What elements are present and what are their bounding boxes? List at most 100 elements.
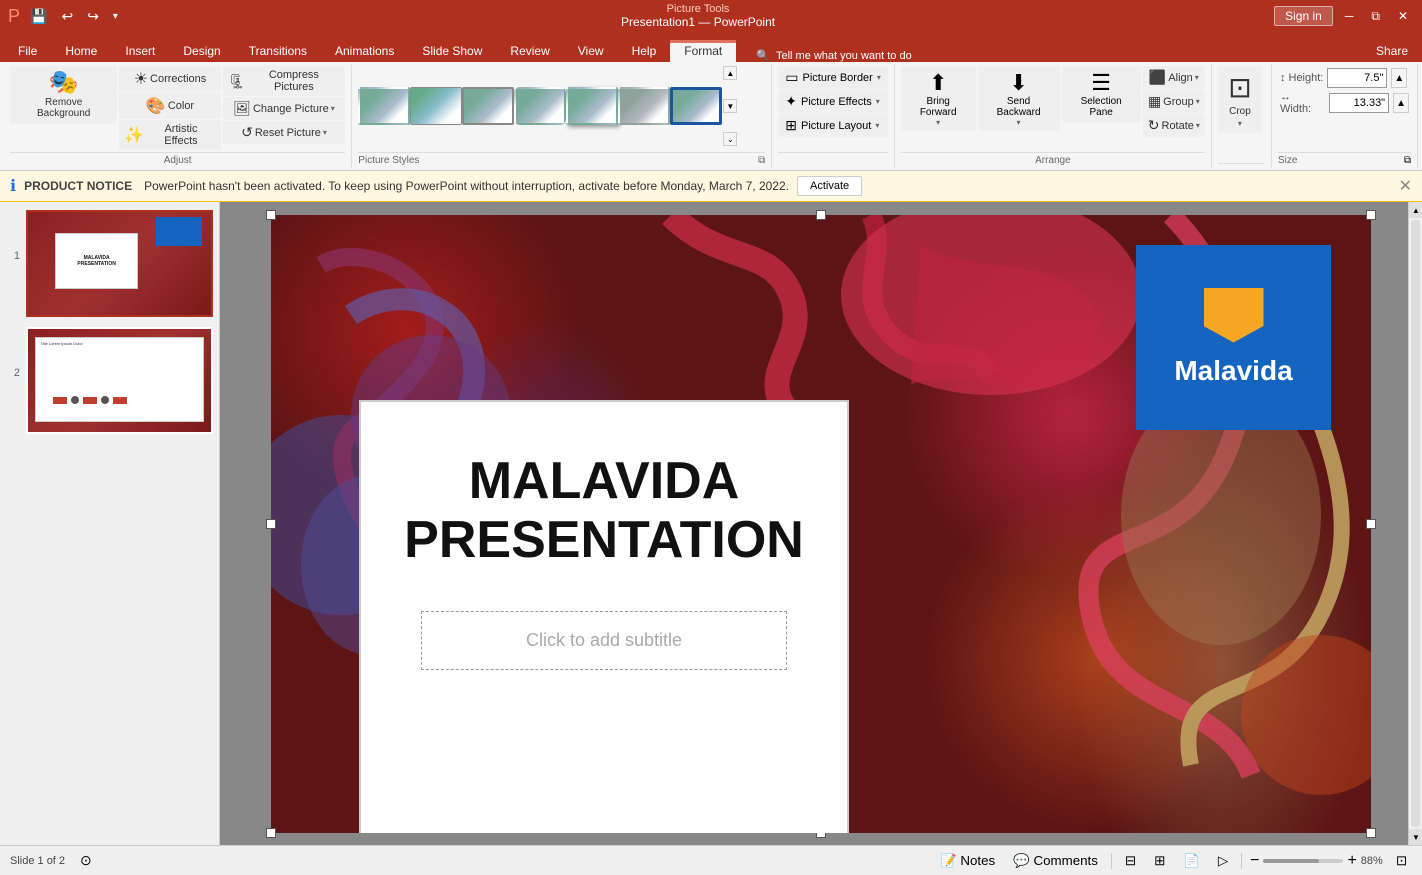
tab-insert[interactable]: Insert xyxy=(111,40,169,62)
close-button[interactable]: ✕ xyxy=(1392,7,1414,25)
handle-top-right[interactable] xyxy=(1366,210,1376,220)
tab-view[interactable]: View xyxy=(564,40,618,62)
bring-forward-button[interactable]: ⬆ Bring Forward ▾ xyxy=(901,66,976,131)
change-picture-button[interactable]: 🖼 Change Picture ▾ xyxy=(223,97,346,120)
gallery-item-2[interactable] xyxy=(410,87,462,125)
tab-format[interactable]: Format xyxy=(670,40,736,62)
send-backward-button[interactable]: ⬇ Send Backward ▾ xyxy=(978,66,1060,131)
width-spinner-up[interactable]: ▲ xyxy=(1393,93,1409,113)
picture-layout-icon: ⊞ xyxy=(785,117,797,134)
align-icon: ⬛ xyxy=(1149,69,1166,86)
content-box[interactable]: MALAVIDAPRESENTATION Click to add subtit… xyxy=(359,400,849,833)
size-group-label: Size xyxy=(1278,155,1297,166)
comments-button[interactable]: 💬 Comments xyxy=(1008,850,1103,872)
tab-animations[interactable]: Animations xyxy=(321,40,408,62)
status-bar: Slide 1 of 2 ⊙ 📝 Notes 💬 Comments ⊟ ⊞ 📄 … xyxy=(0,845,1422,875)
handle-bottom-left[interactable] xyxy=(266,828,276,838)
width-input[interactable] xyxy=(1329,93,1389,113)
slide-sorter-button[interactable]: ⊞ xyxy=(1149,850,1170,872)
gallery-item-5[interactable] xyxy=(566,87,618,125)
crop-button[interactable]: ⊡ Crop ▾ xyxy=(1218,66,1262,133)
bring-forward-container: ⬆ Bring Forward ▾ xyxy=(901,66,976,131)
color-button[interactable]: 🎨 Color xyxy=(119,93,220,119)
compress-pictures-button[interactable]: 🗜 Compress Pictures xyxy=(223,66,346,96)
presenter-view-button[interactable]: ▷ xyxy=(1213,850,1233,872)
gallery-item-7[interactable] xyxy=(670,87,722,125)
size-expand-button[interactable]: ⧉ xyxy=(1404,155,1411,166)
gallery-item-4[interactable] xyxy=(514,87,566,125)
qat-undo-button[interactable]: ↩ xyxy=(57,6,77,27)
remove-background-button[interactable]: 🎭 Remove Background xyxy=(10,66,117,124)
minimize-button[interactable]: ─ xyxy=(1339,7,1360,25)
scroll-thumb[interactable] xyxy=(1411,220,1420,827)
signin-button[interactable]: Sign in xyxy=(1274,6,1333,26)
scroll-up-button[interactable]: ▲ xyxy=(1409,202,1422,218)
slide-thumb-1[interactable]: MALAVIDA PRESENTATION xyxy=(26,210,213,317)
subtitle-placeholder[interactable]: Click to add subtitle xyxy=(421,611,786,670)
height-input-row: ↕ Height: ▲ xyxy=(1280,68,1409,88)
qat-customize-button[interactable]: ▾ xyxy=(109,9,122,24)
fit-slide-button[interactable]: ⊡ xyxy=(1391,850,1412,872)
share-button[interactable]: Share xyxy=(1366,40,1418,62)
zoom-in-button[interactable]: + xyxy=(1347,852,1356,870)
scroll-down-button[interactable]: ▼ xyxy=(1409,829,1422,845)
slide-number-2: 2 xyxy=(6,367,20,379)
qat-redo-button[interactable]: ↪ xyxy=(83,6,103,27)
slide-2-rect-3 xyxy=(113,397,127,404)
zoom-out-button[interactable]: − xyxy=(1250,852,1259,870)
gallery-expand-button[interactable]: ⌄ xyxy=(723,132,737,146)
picture-effects-button[interactable]: ✦ Picture Effects ▾ xyxy=(778,90,888,113)
tab-file[interactable]: File xyxy=(4,40,51,62)
notes-button[interactable]: 📝 Notes xyxy=(935,850,1000,872)
handle-bottom-right[interactable] xyxy=(1366,828,1376,838)
vertical-scrollbar[interactable]: ▲ ▼ xyxy=(1408,202,1422,845)
rotate-button[interactable]: ↻ Rotate ▾ xyxy=(1143,114,1205,137)
activate-button[interactable]: Activate xyxy=(797,176,862,196)
tab-transitions[interactable]: Transitions xyxy=(235,40,321,62)
zoom-slider[interactable] xyxy=(1263,859,1343,863)
gallery-scroll-controls: ▲ ▼ ⌄ xyxy=(723,66,737,146)
slide-2-shapes xyxy=(53,396,127,404)
tab-slideshow[interactable]: Slide Show xyxy=(408,40,496,62)
gallery-item-6[interactable] xyxy=(618,87,670,125)
artistic-effects-button[interactable]: ✨ Artistic Effects xyxy=(119,120,220,150)
group-button[interactable]: ▦ Group ▾ xyxy=(1143,90,1205,113)
reading-view-button[interactable]: 📄 xyxy=(1178,850,1205,872)
selection-pane-icon: ☰ xyxy=(1091,70,1111,96)
tab-design[interactable]: Design xyxy=(169,40,234,62)
height-spinner-up[interactable]: ▲ xyxy=(1391,68,1407,88)
restore-button[interactable]: ⧉ xyxy=(1365,7,1386,26)
gallery-scroll-up-button[interactable]: ▲ xyxy=(723,66,737,80)
handle-top-left[interactable] xyxy=(266,210,276,220)
slide-number-1: 1 xyxy=(6,250,20,262)
notification-close-button[interactable]: ✕ xyxy=(1399,176,1412,196)
handle-middle-left[interactable] xyxy=(266,519,276,529)
tab-help[interactable]: Help xyxy=(618,40,671,62)
rotate-icon: ↻ xyxy=(1148,117,1160,134)
tab-review[interactable]: Review xyxy=(496,40,563,62)
accessibility-button[interactable]: ⊙ xyxy=(75,849,97,872)
normal-view-button[interactable]: ⊟ xyxy=(1120,850,1141,872)
picture-layout-button[interactable]: ⊞ Picture Layout ▾ xyxy=(778,114,888,137)
tab-home[interactable]: Home xyxy=(51,40,111,62)
artistic-effects-icon: ✨ xyxy=(124,125,144,145)
handle-middle-right[interactable] xyxy=(1366,519,1376,529)
picture-effects-arrow: ▾ xyxy=(876,97,880,106)
qat-save-button[interactable]: 💾 xyxy=(26,6,51,27)
bring-forward-arrow: ▾ xyxy=(936,118,940,127)
picture-styles-expand-button[interactable]: ⧉ xyxy=(758,155,765,166)
selection-pane-container: ☰ Selection Pane xyxy=(1062,66,1141,122)
compress-icon: 🗜 xyxy=(228,73,246,90)
handle-top-center[interactable] xyxy=(816,210,826,220)
corrections-button[interactable]: ☀ Corrections xyxy=(119,66,220,92)
align-button[interactable]: ⬛ Align ▾ xyxy=(1143,66,1205,89)
reset-picture-button[interactable]: ↺ Reset Picture ▾ xyxy=(223,121,346,144)
slide-thumb-2[interactable]: Title Lorem Ipsum Dolor xyxy=(26,327,213,434)
gallery-item-3[interactable] xyxy=(462,87,514,125)
picture-border-button[interactable]: ▭ Picture Border ▾ xyxy=(778,66,888,89)
gallery-scroll-down-button[interactable]: ▼ xyxy=(723,99,737,113)
gallery-item-1[interactable] xyxy=(358,87,410,125)
height-input[interactable] xyxy=(1327,68,1387,88)
selection-pane-button[interactable]: ☰ Selection Pane xyxy=(1062,66,1141,122)
gallery-container: ▲ ▼ ⌄ xyxy=(358,66,737,146)
